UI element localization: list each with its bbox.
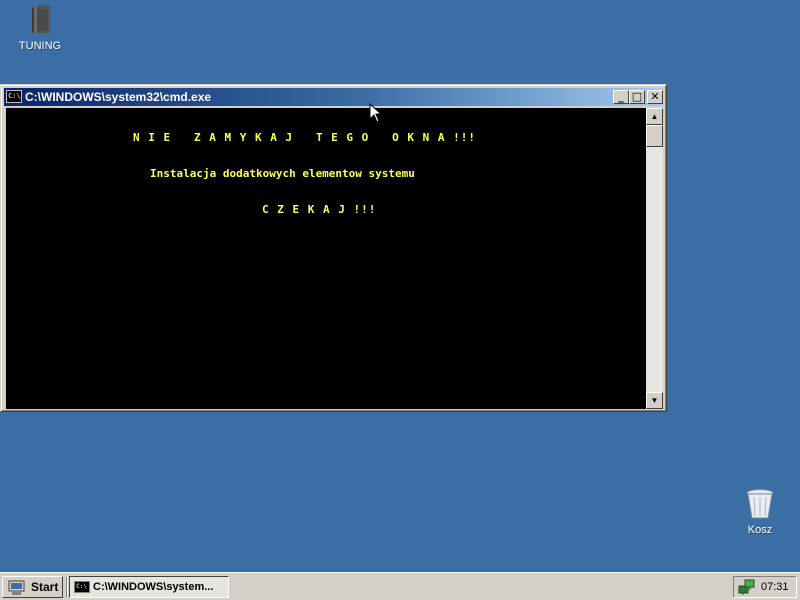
console-line: N I E Z A M Y K A J T E G O O K N A !!! xyxy=(133,131,477,144)
window-titlebar[interactable]: C:\ C:\WINDOWS\system32\cmd.exe _ □ ✕ xyxy=(4,88,663,106)
desktop-icon-recycle-bin[interactable]: Kosz xyxy=(725,487,795,536)
scroll-thumb[interactable] xyxy=(646,125,663,147)
start-button[interactable]: Start xyxy=(2,576,63,598)
arrow-up-icon: ▲ xyxy=(650,112,659,121)
cmd-window[interactable]: C:\ C:\WINDOWS\system32\cmd.exe _ □ ✕ N … xyxy=(0,84,667,412)
minimize-button[interactable]: _ xyxy=(613,90,629,104)
maximize-button[interactable]: □ xyxy=(629,90,645,104)
mouse-cursor-icon xyxy=(369,103,383,123)
network-icon[interactable] xyxy=(738,579,756,595)
recycle-bin-icon xyxy=(746,489,774,519)
folder-icon xyxy=(32,5,50,33)
taskbar: Start C:\ C:\WINDOWS\system... 07:31 xyxy=(0,572,800,600)
desktop-icon-label: Kosz xyxy=(747,524,773,536)
cmd-app-icon: C:\ xyxy=(74,581,90,593)
arrow-down-icon: ▼ xyxy=(650,396,659,405)
start-label: Start xyxy=(31,580,59,594)
scroll-up-button[interactable]: ▲ xyxy=(646,108,663,125)
close-button[interactable]: ✕ xyxy=(647,90,663,104)
console-line: C Z E K A J !!! xyxy=(262,203,377,216)
close-icon: ✕ xyxy=(650,90,660,103)
tray-clock[interactable]: 07:31 xyxy=(761,577,789,597)
desktop-icon-label: TUNING xyxy=(18,40,62,52)
maximize-icon: □ xyxy=(631,90,643,103)
minimize-icon: _ xyxy=(618,90,624,103)
console-line: Instalacja dodatkowych elementow systemu xyxy=(150,167,415,180)
taskbar-separator xyxy=(66,577,68,597)
taskbar-button-cmd[interactable]: C:\ C:\WINDOWS\system... xyxy=(69,576,229,598)
console-output[interactable]: N I E Z A M Y K A J T E G O O K N A !!! … xyxy=(6,108,646,409)
window-title: C:\WINDOWS\system32\cmd.exe xyxy=(25,90,212,104)
desktop-icon-tuning[interactable]: TUNING xyxy=(5,3,75,52)
scroll-down-button[interactable]: ▼ xyxy=(646,392,663,409)
system-tray: 07:31 xyxy=(733,576,797,598)
taskbar-button-label: C:\WINDOWS\system... xyxy=(93,581,214,593)
cmd-app-icon[interactable]: C:\ xyxy=(6,90,22,103)
vertical-scrollbar[interactable]: ▲ ▼ xyxy=(646,108,663,409)
computer-icon xyxy=(8,580,25,595)
